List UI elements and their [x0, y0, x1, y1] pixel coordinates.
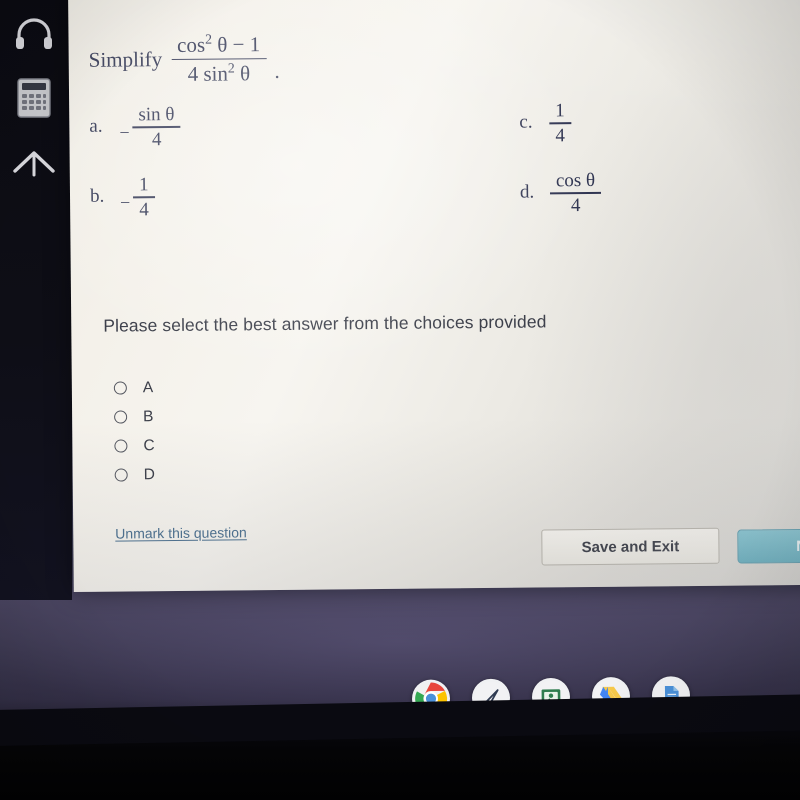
answer-choice-c[interactable]: c. 1 4: [519, 99, 571, 148]
radio-option-a[interactable]: A: [113, 373, 154, 402]
arrow-up-icon: [13, 151, 55, 177]
denominator-coefficient: 4 sin: [187, 61, 229, 86]
photo-of-laptop-screen: Simplify cos2 θ − 1 4 sin2 θ . a. − sin …: [0, 0, 800, 800]
choice-numerator: cos θ: [555, 169, 596, 192]
choice-denominator: 4: [555, 125, 566, 147]
choice-key: a.: [89, 115, 103, 137]
unmark-question-link[interactable]: Unmark this question: [115, 524, 247, 541]
numerator-base: cos: [176, 32, 206, 57]
choice-denominator: 4: [151, 128, 162, 150]
choice-denominator: 4: [139, 199, 149, 221]
save-and-exit-button[interactable]: Save and Exit: [541, 527, 720, 566]
scroll-up-tool[interactable]: [6, 135, 62, 187]
question-numerator: cos2 θ − 1: [171, 30, 266, 58]
audio-tool[interactable]: [6, 8, 62, 60]
choice-key: d.: [519, 181, 535, 203]
numerator-tail: − 1: [232, 32, 261, 57]
choice-sign: −: [119, 122, 130, 143]
calculator-icon: [17, 78, 51, 118]
denominator-exponent: 2: [227, 60, 235, 76]
numerator-variable: θ: [217, 32, 228, 57]
question-period: .: [274, 58, 280, 83]
answer-choice-b[interactable]: b. − 1 4: [90, 173, 155, 222]
headphones-icon: [16, 18, 52, 49]
answer-radio-group: A B C D: [113, 373, 155, 489]
radio-label: A: [142, 378, 154, 396]
quiz-page: Simplify cos2 θ − 1 4 sin2 θ . a. − sin …: [68, 0, 800, 592]
choice-sign: −: [119, 192, 131, 213]
instruction-text: Please select the best answer from the c…: [103, 311, 547, 336]
radio-label: B: [143, 407, 154, 425]
choice-numerator: 1: [138, 174, 149, 196]
radio-option-d[interactable]: D: [114, 460, 155, 489]
question-prompt: Simplify: [88, 46, 163, 72]
choice-denominator: 4: [570, 194, 581, 216]
radio-option-b[interactable]: B: [114, 402, 154, 431]
question-fraction: cos2 θ − 1 4 sin2 θ: [171, 30, 267, 87]
calculator-tool[interactable]: [6, 72, 62, 124]
choice-key: c.: [519, 111, 533, 133]
answer-choice-d[interactable]: d. cos θ 4: [520, 169, 602, 218]
question-denominator: 4 sin2 θ: [182, 59, 257, 87]
radio-label: C: [143, 436, 155, 454]
radio-button-icon[interactable]: [114, 410, 128, 424]
radio-button-icon[interactable]: [113, 381, 127, 395]
radio-label: D: [143, 465, 155, 483]
radio-button-icon[interactable]: [114, 468, 128, 482]
choice-numerator: 1: [555, 100, 565, 122]
choice-key: b.: [89, 185, 105, 207]
radio-button-icon[interactable]: [114, 439, 128, 453]
next-button[interactable]: Next: [737, 528, 800, 564]
question-statement: Simplify cos2 θ − 1 4 sin2 θ .: [88, 30, 280, 88]
choice-numerator: sin θ: [138, 103, 175, 126]
radio-option-c[interactable]: C: [114, 431, 155, 460]
denominator-variable: θ: [239, 61, 251, 86]
laptop-bottom-edge: [0, 718, 800, 800]
answer-choice-a[interactable]: a. − sin θ 4: [89, 103, 181, 152]
tool-rail: [0, 0, 79, 600]
numerator-exponent: 2: [204, 31, 213, 47]
